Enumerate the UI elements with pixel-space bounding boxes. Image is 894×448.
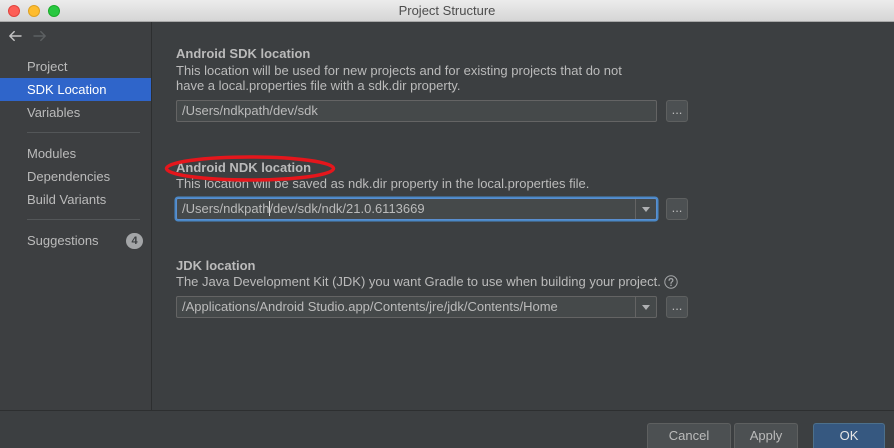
jdk-section-description: The Java Development Kit (JDK) you want … bbox=[176, 274, 678, 289]
sidebar-item-label: Suggestions bbox=[27, 233, 99, 248]
ndk-section-title: Android NDK location bbox=[176, 160, 312, 175]
arrow-right-icon[interactable] bbox=[33, 30, 47, 42]
arrow-left-icon[interactable] bbox=[8, 30, 22, 42]
jdk-dropdown-button[interactable] bbox=[635, 297, 656, 317]
jdk-browse-button[interactable]: ... bbox=[666, 296, 688, 318]
sdk-section-description: This location will be used for new proje… bbox=[176, 63, 622, 93]
ok-button[interactable]: OK bbox=[813, 423, 885, 448]
sidebar-item-label: Variables bbox=[27, 105, 81, 120]
sidebar-divider bbox=[27, 219, 140, 220]
ndk-dropdown-button[interactable] bbox=[635, 199, 656, 219]
text-caret bbox=[268, 201, 270, 216]
sdk-location-panel: Android SDK location This location will … bbox=[152, 22, 894, 410]
sidebar-item-label: Modules bbox=[27, 146, 77, 161]
sdk-section-title: Android SDK location bbox=[176, 46, 311, 61]
sidebar-item-variables[interactable]: Variables bbox=[0, 101, 151, 124]
sidebar-item-dependencies[interactable]: Dependencies bbox=[0, 165, 151, 188]
sidebar: Project SDK Location Variables Modules D… bbox=[0, 22, 152, 410]
dropdown-arrow-icon bbox=[642, 305, 650, 310]
ndk-section-description: This location will be saved as ndk.dir p… bbox=[176, 176, 590, 191]
ndk-browse-button[interactable]: ... bbox=[666, 198, 688, 220]
ndk-path-combobox[interactable]: /Users/ndkpath/dev/sdk/ndk/21.0.6113669 bbox=[176, 198, 657, 220]
sidebar-item-sdk-location[interactable]: SDK Location bbox=[0, 78, 151, 101]
sdk-browse-button[interactable]: ... bbox=[666, 100, 688, 122]
sdk-path-value: /Users/ndkpath/dev/sdk bbox=[182, 103, 318, 118]
jdk-description-text: The Java Development Kit (JDK) you want … bbox=[176, 274, 661, 289]
sidebar-item-label: Build Variants bbox=[27, 192, 107, 207]
sidebar-item-label: SDK Location bbox=[27, 82, 107, 97]
apply-button[interactable]: Apply bbox=[734, 423, 798, 448]
sidebar-item-label: Project bbox=[27, 59, 68, 74]
jdk-path-value: /Applications/Android Studio.app/Content… bbox=[182, 299, 558, 314]
sdk-path-field[interactable]: /Users/ndkpath/dev/sdk bbox=[176, 100, 657, 122]
sidebar-item-label: Dependencies bbox=[27, 169, 111, 184]
cancel-button[interactable]: Cancel bbox=[647, 423, 731, 448]
sidebar-item-suggestions[interactable]: Suggestions 4 bbox=[0, 229, 151, 252]
jdk-path-combobox[interactable]: /Applications/Android Studio.app/Content… bbox=[176, 296, 657, 318]
title-bar: Project Structure bbox=[0, 0, 894, 22]
question-circle-icon[interactable] bbox=[664, 275, 678, 289]
jdk-section-title: JDK location bbox=[176, 258, 256, 273]
sidebar-item-project[interactable]: Project bbox=[0, 55, 151, 78]
suggestions-count-badge: 4 bbox=[126, 233, 143, 249]
window-title: Project Structure bbox=[398, 3, 496, 18]
dropdown-arrow-icon bbox=[642, 207, 650, 212]
ndk-path-value: /Users/ndkpath/dev/sdk/ndk/21.0.6113669 bbox=[182, 201, 425, 216]
dialog-footer: Cancel Apply OK bbox=[0, 410, 894, 448]
sidebar-item-build-variants[interactable]: Build Variants bbox=[0, 188, 151, 211]
sdk-description-line: This location will be used for new proje… bbox=[176, 63, 622, 78]
sidebar-item-modules[interactable]: Modules bbox=[0, 142, 151, 165]
sdk-description-line: have a local.properties file with a sdk.… bbox=[176, 78, 461, 93]
sidebar-divider bbox=[27, 132, 140, 133]
